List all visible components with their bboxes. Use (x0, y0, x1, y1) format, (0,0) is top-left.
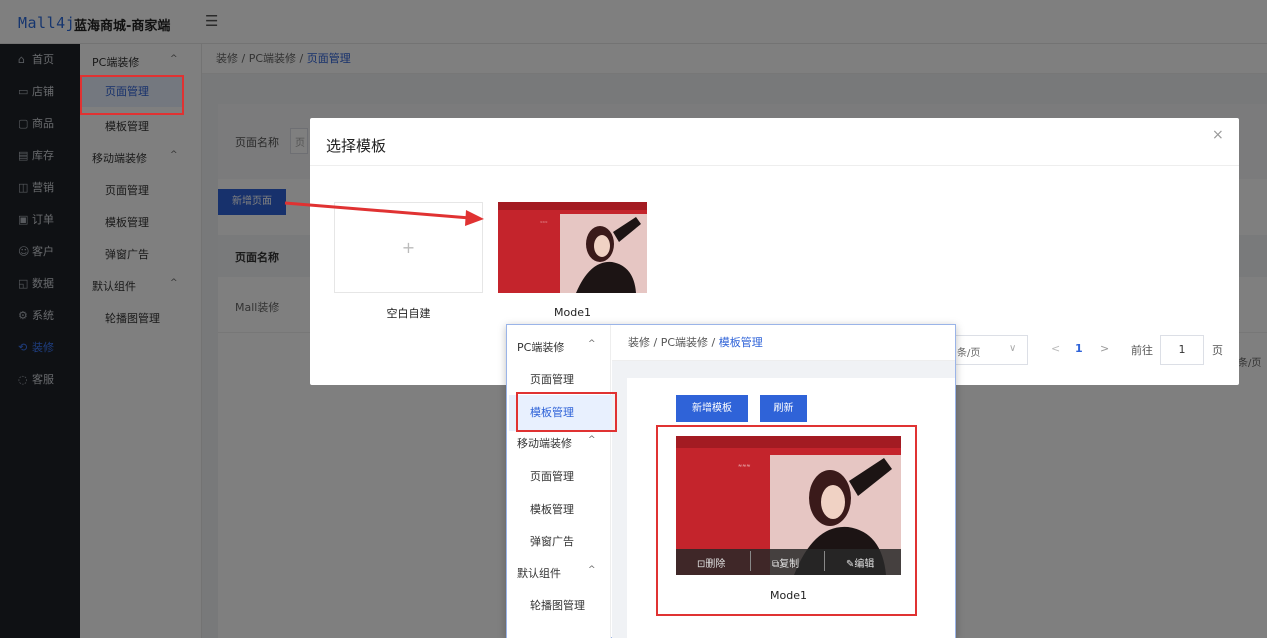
annotation-arrow (284, 201, 484, 226)
